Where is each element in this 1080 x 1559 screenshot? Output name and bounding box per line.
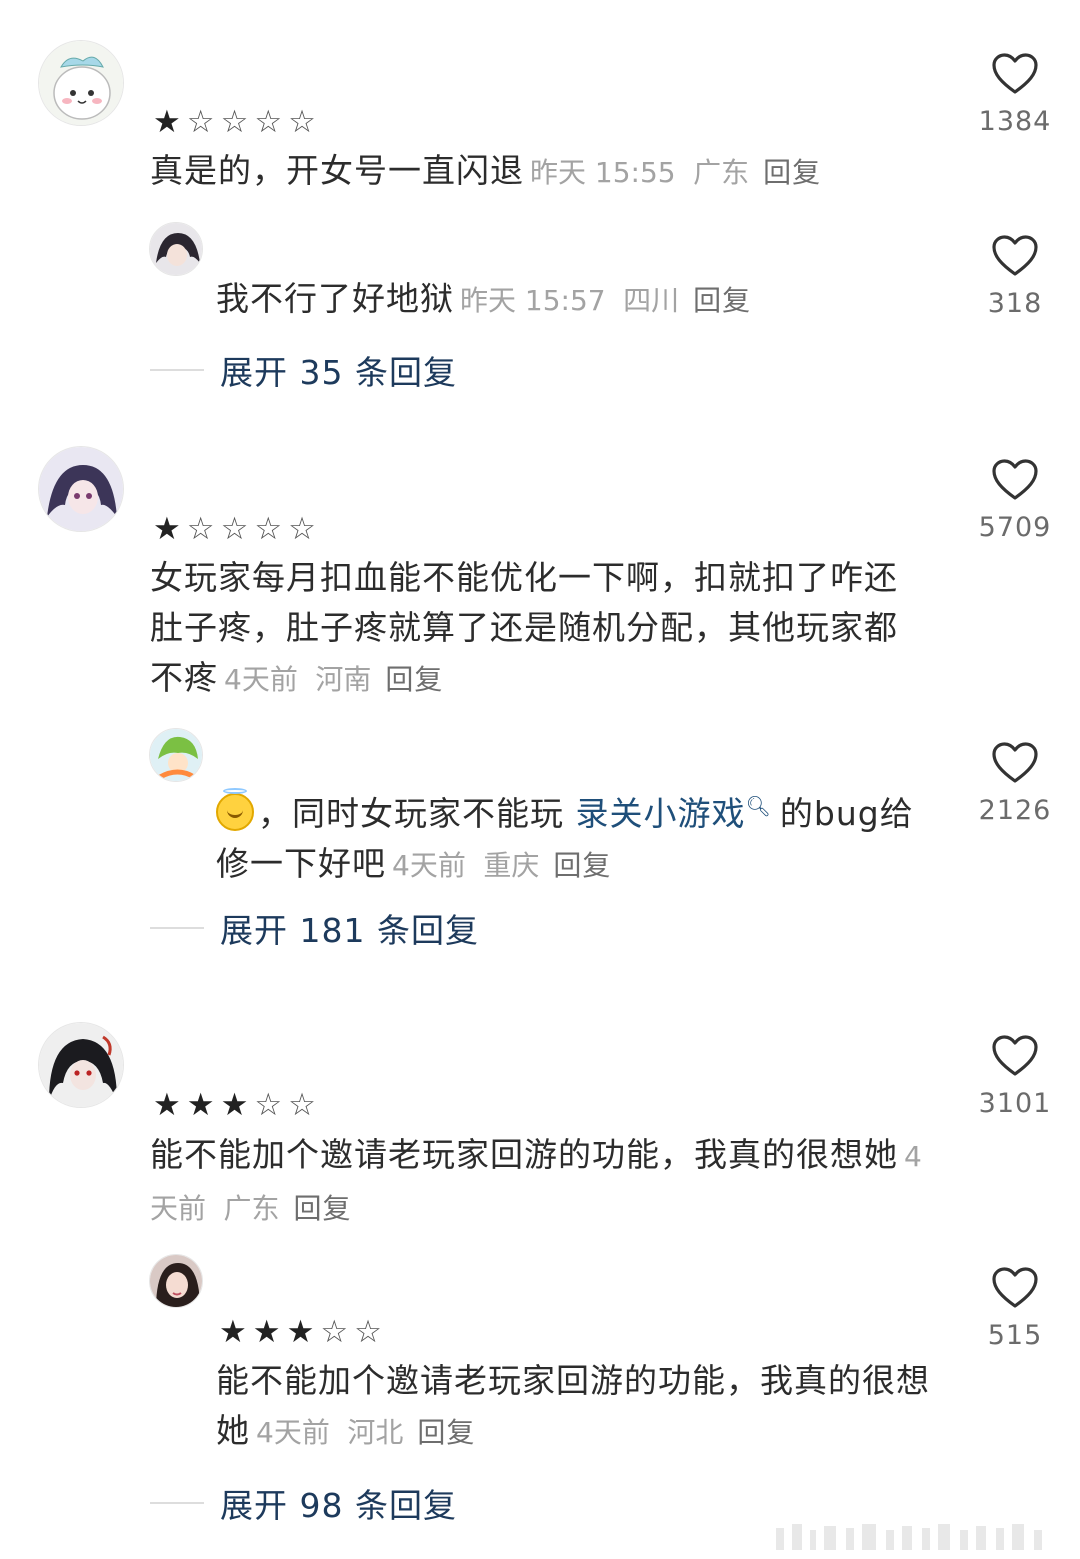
rating-stars: ★★★☆☆ [219, 1314, 388, 1350]
reply-text: ，同时女玩家不能玩 录关小游戏🔍︎ 的bug给修一下好吧 4天前 重庆 回复 [216, 781, 936, 891]
like-button[interactable]: 3101 [975, 1034, 1055, 1119]
avatar[interactable] [38, 40, 124, 126]
heart-icon [992, 1267, 1038, 1308]
avatar[interactable] [149, 728, 203, 782]
like-button[interactable]: 2126 [975, 741, 1055, 826]
expand-label: 展开 98 条回复 [220, 1486, 457, 1525]
like-count: 3101 [978, 1088, 1052, 1119]
reply-location: 河北 [347, 1416, 404, 1449]
reply-button[interactable]: 回复 [763, 156, 821, 189]
expand-replies[interactable]: 展开 181 条回复 [150, 904, 479, 952]
avatar[interactable] [38, 446, 124, 532]
comment-location: 广东 [223, 1192, 280, 1225]
comment-text: 能不能加个邀请老玩家回游的功能，我真的很想她 4天前 广东 回复 [150, 1130, 930, 1234]
avatar[interactable] [149, 222, 203, 276]
comment-location: 河南 [315, 663, 372, 696]
reply-time: 昨天 15:57 [460, 284, 606, 317]
game-link[interactable]: 录关小游戏 [576, 794, 746, 833]
comment-time: 昨天 15:55 [530, 156, 676, 189]
reply-button[interactable]: 回复 [693, 284, 751, 317]
watermark [766, 1522, 1066, 1552]
like-button[interactable]: 515 [975, 1266, 1055, 1351]
rating-stars: ★☆☆☆☆ [153, 104, 322, 140]
reply-time: 4天前 [256, 1416, 330, 1449]
reply-button[interactable]: 回复 [553, 849, 611, 882]
avatar[interactable] [38, 1022, 124, 1108]
reply-text: 能不能加个邀请老玩家回游的功能，我真的很想她 4天前 河北 回复 [216, 1356, 936, 1458]
reply-location: 重庆 [483, 849, 540, 882]
like-button[interactable]: 1384 [975, 52, 1055, 137]
like-button[interactable]: 5709 [975, 458, 1055, 543]
like-button[interactable]: 318 [975, 234, 1055, 319]
comment-text: 女玩家每月扣血能不能优化一下啊，扣就扣了咋还肚子疼，肚子疼就算了还是随机分配，其… [150, 553, 930, 705]
comment-location: 广东 [693, 156, 750, 189]
like-count: 1384 [978, 106, 1052, 137]
comment-text: 真是的，开女号一直闪退 昨天 15:55 广东 回复 [150, 146, 930, 198]
heart-icon [992, 742, 1038, 783]
reply-location: 四川 [623, 284, 680, 317]
comment-body: 能不能加个邀请老玩家回游的功能，我真的很想她 [150, 1135, 898, 1174]
smiling-halo-icon [216, 788, 254, 831]
divider [150, 369, 204, 371]
reply-body: 我不行了好地狱 [216, 279, 454, 318]
expand-replies[interactable]: 展开 98 条回复 [150, 1479, 457, 1527]
reply-body: ，同时女玩家不能玩 [258, 794, 564, 833]
comment-time: 4天前 [224, 663, 298, 696]
like-count: 5709 [978, 512, 1052, 543]
reply-text: 我不行了好地狱 昨天 15:57 四川 回复 [216, 274, 936, 326]
divider [150, 1502, 204, 1504]
reply-button[interactable]: 回复 [385, 663, 443, 696]
search-icon[interactable]: 🔍︎ [746, 794, 772, 818]
avatar[interactable] [149, 1254, 203, 1308]
comment-body: 真是的，开女号一直闪退 [150, 151, 524, 190]
rating-stars: ★☆☆☆☆ [153, 511, 322, 547]
heart-icon [992, 235, 1038, 276]
like-count: 2126 [978, 795, 1052, 826]
divider [150, 927, 204, 929]
heart-icon [992, 459, 1038, 500]
reply-button[interactable]: 回复 [294, 1192, 352, 1225]
reply-time: 4天前 [392, 849, 466, 882]
like-count: 515 [987, 1320, 1043, 1351]
heart-icon [992, 53, 1038, 94]
expand-label: 展开 35 条回复 [220, 353, 457, 392]
reply-button[interactable]: 回复 [417, 1416, 475, 1449]
rating-stars: ★★★☆☆ [153, 1087, 322, 1123]
like-count: 318 [987, 288, 1043, 319]
heart-icon [992, 1035, 1038, 1076]
expand-replies[interactable]: 展开 35 条回复 [150, 346, 457, 394]
expand-label: 展开 181 条回复 [220, 911, 479, 950]
